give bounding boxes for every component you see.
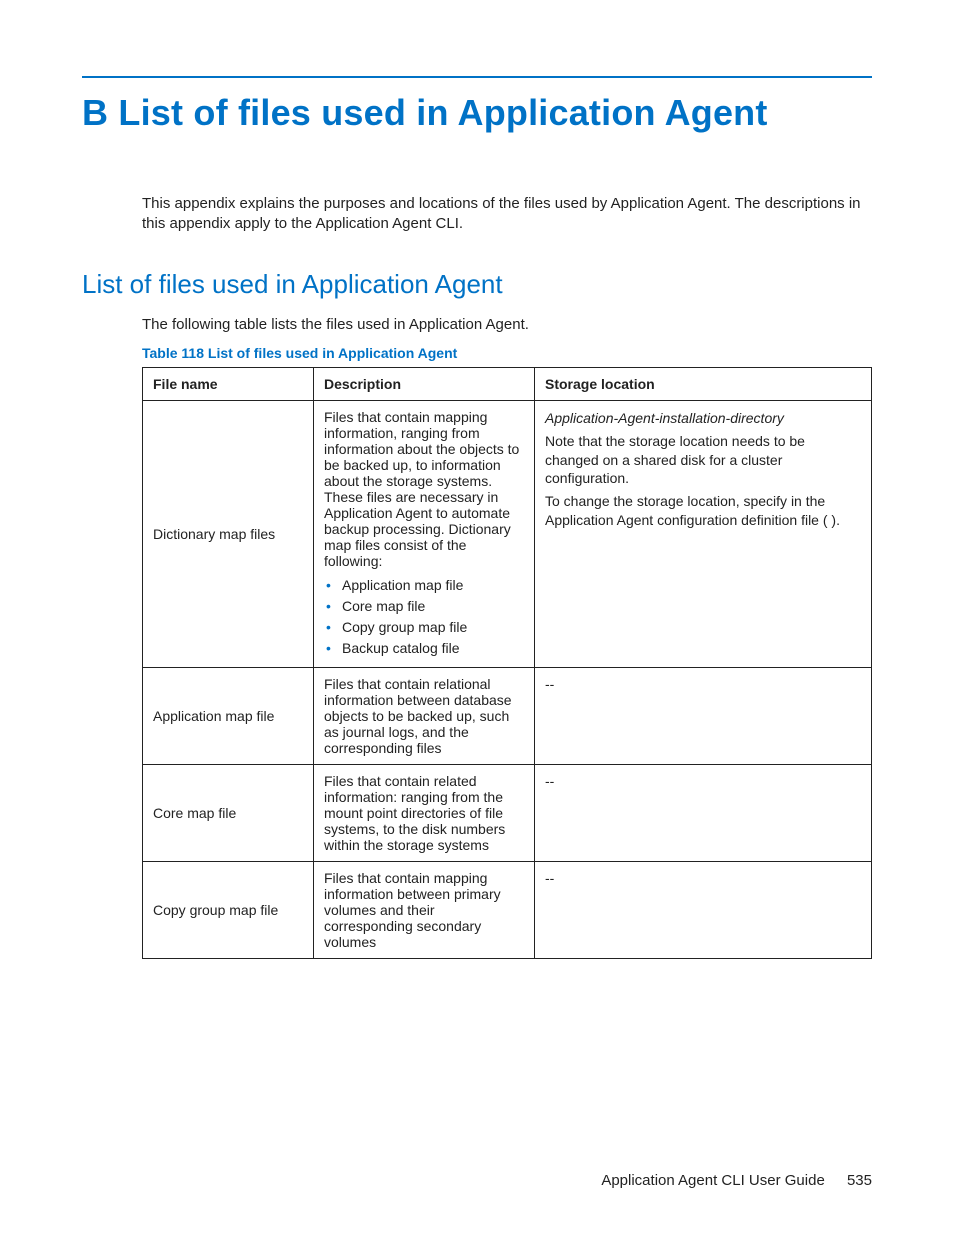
- cell-storage-location: --: [535, 861, 872, 958]
- list-item: Application map file: [324, 575, 524, 596]
- page-title: B List of files used in Application Agen…: [82, 92, 872, 134]
- footer-doc-title: Application Agent CLI User Guide: [601, 1172, 824, 1189]
- loc-change-a: To change the storage location, specify: [545, 493, 791, 509]
- list-item: Copy group map file: [324, 617, 524, 638]
- table-row: Application map file Files that contain …: [143, 667, 872, 764]
- cell-storage-location: Application-Agent-installation-directory…: [535, 400, 872, 667]
- loc-change-c: ).: [831, 512, 840, 528]
- cell-description: Files that contain mapping information b…: [314, 861, 535, 958]
- cell-description: Files that contain relational informatio…: [314, 667, 535, 764]
- table-caption: Table 118 List of files used in Applicat…: [142, 345, 872, 361]
- th-description: Description: [314, 367, 535, 400]
- files-table: File name Description Storage location D…: [142, 367, 872, 959]
- cell-storage-location: --: [535, 764, 872, 861]
- th-storage-location: Storage location: [535, 367, 872, 400]
- cell-description: Files that contain mapping information, …: [314, 400, 535, 667]
- cell-description: Files that contain related information: …: [314, 764, 535, 861]
- table-row: Core map file Files that contain related…: [143, 764, 872, 861]
- cell-file-name: Copy group map file: [143, 861, 314, 958]
- section-heading: List of files used in Application Agent: [82, 269, 872, 300]
- cell-file-name: Dictionary map files: [143, 400, 314, 667]
- section-subtext: The following table lists the files used…: [142, 315, 872, 335]
- footer-page-number: 535: [847, 1172, 872, 1189]
- install-dir: Application-Agent-installation-directory: [545, 409, 861, 428]
- cell-file-name: Core map file: [143, 764, 314, 861]
- intro-paragraph: This appendix explains the purposes and …: [142, 194, 872, 235]
- list-item: Core map file: [324, 596, 524, 617]
- cell-storage-location: --: [535, 667, 872, 764]
- table-row: Dictionary map files Files that contain …: [143, 400, 872, 667]
- loc-change: To change the storage location, specify …: [545, 492, 861, 530]
- desc-lead: Files that contain mapping information, …: [324, 409, 519, 569]
- top-rule: [82, 76, 872, 78]
- th-file-name: File name: [143, 367, 314, 400]
- page-footer: Application Agent CLI User Guide 535: [601, 1172, 872, 1189]
- list-item: Backup catalog file: [324, 638, 524, 659]
- cell-file-name: Application map file: [143, 667, 314, 764]
- loc-note: Note that the storage location needs to …: [545, 432, 861, 489]
- table-row: Copy group map file Files that contain m…: [143, 861, 872, 958]
- desc-bullets: Application map file Core map file Copy …: [324, 575, 524, 659]
